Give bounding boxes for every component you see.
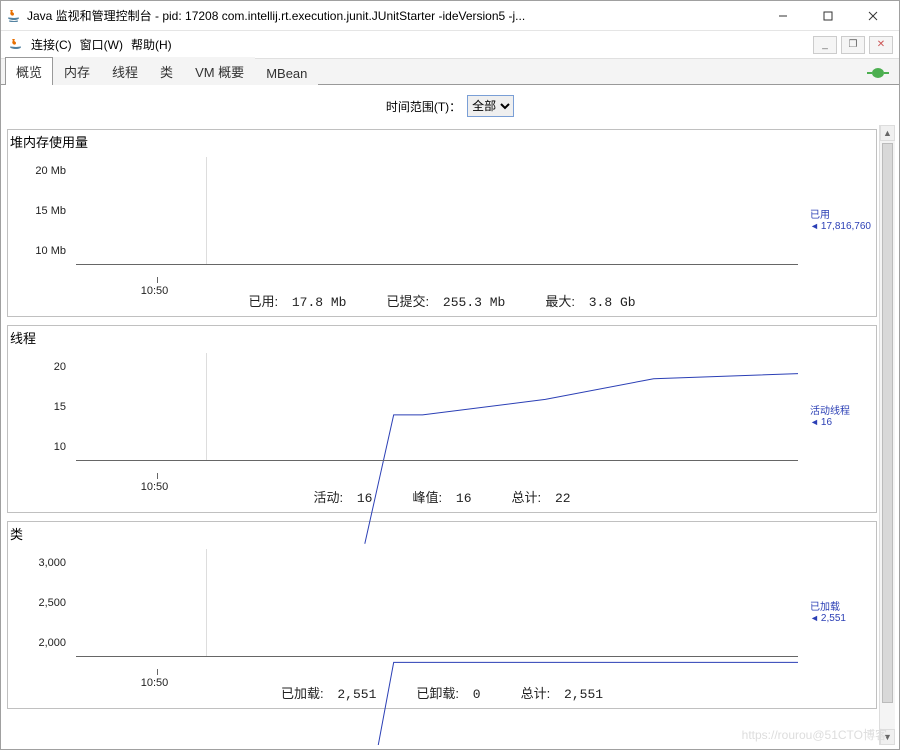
legend-classes: 已加载◄2,551: [806, 543, 876, 679]
time-range-row: 时间范围(T)： 全部: [5, 91, 895, 125]
y-tick: 2,500: [16, 597, 66, 609]
menu-connect[interactable]: 连接(C): [31, 36, 72, 53]
chart-threads[interactable]: 10152010:50: [16, 351, 798, 481]
y-tick: 10: [16, 441, 66, 453]
y-tick: 15 Mb: [16, 205, 66, 217]
panel-title: 堆内存使用量: [8, 130, 876, 151]
java-icon: [5, 8, 21, 24]
panel-classes: 类2,0002,5003,00010:50已加载◄2,551已加载: 2,551…: [7, 521, 877, 709]
y-tick: 15: [16, 401, 66, 413]
menu-help[interactable]: 帮助(H): [131, 36, 172, 53]
chart-heap[interactable]: 10 Mb15 Mb20 Mb10:50: [16, 155, 798, 285]
time-range-label: 时间范围(T)：: [386, 98, 461, 115]
window-close-button[interactable]: [850, 2, 895, 30]
y-tick: 2,000: [16, 637, 66, 649]
menubar: 连接(C) 窗口(W) 帮助(H) _ ❐ ✕: [1, 31, 899, 59]
content-area: 时间范围(T)： 全部 堆内存使用量10 Mb15 Mb20 Mb10:50已用…: [1, 85, 899, 749]
mdi-close-button[interactable]: ✕: [869, 36, 893, 54]
legend-threads: 活动线程◄16: [806, 347, 876, 483]
tab-classes[interactable]: 类: [149, 57, 184, 85]
y-tick: 3,000: [16, 557, 66, 569]
scrollbar-thumb[interactable]: [882, 143, 893, 703]
window-title: Java 监视和管理控制台 - pid: 17208 com.intellij.…: [21, 7, 760, 24]
tab-vm[interactable]: VM 概要: [184, 57, 255, 85]
mdi-restore-button[interactable]: ❐: [841, 36, 865, 54]
overview-panels: 堆内存使用量10 Mb15 Mb20 Mb10:50已用◄17,816,760已…: [5, 125, 879, 745]
tab-overview[interactable]: 概览: [5, 57, 53, 85]
scrollbar-down-icon[interactable]: ▼: [880, 729, 895, 745]
time-range-select[interactable]: 全部: [467, 95, 514, 117]
titlebar: Java 监视和管理控制台 - pid: 17208 com.intellij.…: [1, 1, 899, 31]
tab-memory[interactable]: 内存: [53, 57, 101, 85]
mdi-minimize-button[interactable]: _: [813, 36, 837, 54]
chart-classes[interactable]: 2,0002,5003,00010:50: [16, 547, 798, 677]
legend-heap: 已用◄17,816,760: [806, 151, 876, 287]
y-tick: 20 Mb: [16, 165, 66, 177]
vertical-scrollbar[interactable]: ▲ ▼: [879, 125, 895, 745]
tabbar: 概览 内存 线程 类 VM 概要 MBean: [1, 59, 899, 85]
panel-heap: 堆内存使用量10 Mb15 Mb20 Mb10:50已用◄17,816,760已…: [7, 129, 877, 317]
tab-threads[interactable]: 线程: [101, 57, 149, 85]
java-icon: [7, 37, 23, 53]
app-window: Java 监视和管理控制台 - pid: 17208 com.intellij.…: [0, 0, 900, 750]
scrollbar-up-icon[interactable]: ▲: [880, 125, 895, 141]
y-tick: 10 Mb: [16, 245, 66, 257]
y-tick: 20: [16, 361, 66, 373]
connection-status-icon: [867, 66, 889, 80]
menu-window[interactable]: 窗口(W): [80, 36, 123, 53]
tab-mbean[interactable]: MBean: [255, 61, 318, 85]
window-maximize-button[interactable]: [805, 2, 850, 30]
panel-threads: 线程10152010:50活动线程◄16活动: 16峰值: 16总计: 22: [7, 325, 877, 513]
window-minimize-button[interactable]: [760, 2, 805, 30]
